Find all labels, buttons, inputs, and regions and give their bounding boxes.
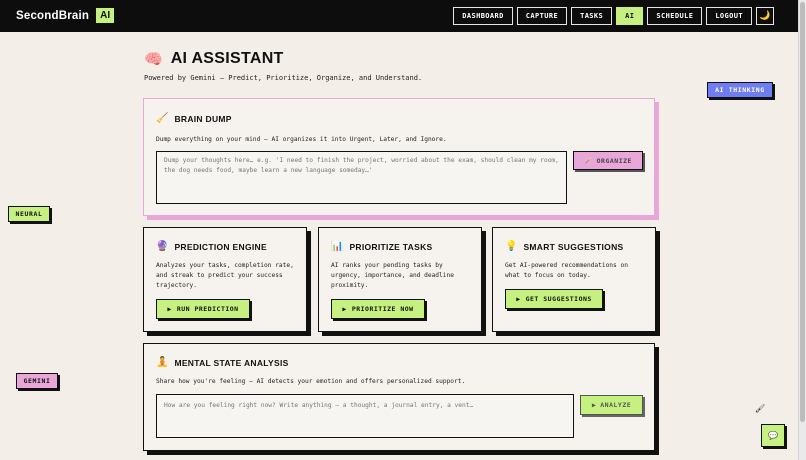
card-header: 🔮 PREDICTION ENGINE [156,241,294,252]
moon-icon[interactable]: 🌙 [756,7,774,25]
nav-schedule[interactable]: SCHEDULE [647,7,703,25]
card-title: PRIORITIZE TASKS [349,241,433,252]
card-title: SMART SUGGESTIONS [523,241,624,252]
card-title: BRAIN DUMP [174,113,232,124]
card-description: Dump everything on your mind — AI organi… [156,136,447,143]
page-header: 🧠 AI ASSISTANT Powered by Gemini — Predi… [144,50,422,82]
button-label: ANALYZE [600,401,632,409]
mental-state-input[interactable] [156,394,574,438]
scroll-thumb[interactable] [800,2,805,422]
card-description: Get AI-powered recommendations on what t… [505,262,628,279]
brand[interactable]: SecondBrain AI [16,7,116,24]
neural-tag: NEURAL [8,206,50,222]
card-description: AI ranks your pending tasks by urgency, … [331,262,454,289]
title-row: 🧠 AI ASSISTANT [144,50,422,68]
card-description: Analyzes your tasks, completion rate, an… [156,262,294,289]
meditation-icon: 🧘 [156,357,169,368]
prediction-engine-card: 🔮 PREDICTION ENGINE Analyzes your tasks,… [143,227,307,332]
brand-name: SecondBrain [16,9,90,22]
brain-icon: 🧠 [144,50,163,68]
smart-suggestions-card: 💡 SMART SUGGESTIONS Get AI-powered recom… [492,227,656,332]
main-nav: DASHBOARD CAPTURE TASKS AI SCHEDULE LOGO… [453,7,774,25]
broom-icon: 🧹 [156,113,169,124]
nav-ai[interactable]: AI [616,7,644,25]
run-prediction-button[interactable]: ▶ RUN PREDICTION [156,299,250,319]
crystal-ball-icon: 🔮 [156,241,169,252]
mental-state-card: 🧘 MENTAL STATE ANALYSIS Share how you're… [143,343,655,451]
button-label: GET SUGGESTIONS [525,295,592,303]
nav-tasks[interactable]: TASKS [571,7,613,25]
organize-label: ORGANIZE [596,156,632,165]
page-scrollbar[interactable] [798,0,806,460]
top-nav-bar: SecondBrain AI DASHBOARD CAPTURE TASKS A… [0,0,798,32]
card-description: Share how you're feeling — AI detects yo… [156,378,466,385]
organize-button[interactable]: 🪄 ORGANIZE [573,151,643,170]
nav-capture[interactable]: CAPTURE [516,7,568,25]
page-subtitle: Powered by Gemini — Predict, Prioritize,… [144,74,423,82]
brain-dump-card: 🧹 BRAIN DUMP Dump everything on your min… [143,98,655,216]
prioritize-now-button[interactable]: ▶ PRIORITIZE NOW [331,299,425,319]
play-icon: ▶ [516,295,521,303]
prioritize-tasks-card: 📊 PRIORITIZE TASKS AI ranks your pending… [318,227,482,332]
card-header: 📊 PRIORITIZE TASKS [331,241,469,252]
nav-dashboard[interactable]: DASHBOARD [453,7,513,25]
get-suggestions-button[interactable]: ▶ GET SUGGESTIONS [505,289,603,309]
button-label: RUN PREDICTION [176,305,239,313]
gemini-tag: GEMINI [16,373,58,389]
button-label: PRIORITIZE NOW [351,305,414,313]
lightbulb-icon: 💡 [505,241,518,252]
card-title: MENTAL STATE ANALYSIS [174,357,289,368]
analyze-button[interactable]: ▶ ANALYZE [580,395,643,415]
paintbrush-icon: 🖌 [755,404,766,413]
brand-badge: AI [95,7,116,24]
card-header: 🧹 BRAIN DUMP [156,113,642,124]
bar-chart-icon: 📊 [331,241,344,252]
card-title: PREDICTION ENGINE [174,241,267,252]
play-icon: ▶ [167,305,172,313]
page-title: AI ASSISTANT [170,50,284,67]
brain-dump-input[interactable] [156,151,567,204]
card-header: 💡 SMART SUGGESTIONS [505,241,643,252]
wand-icon: 🪄 [584,156,593,165]
play-icon: ▶ [342,305,347,313]
card-header: 🧘 MENTAL STATE ANALYSIS [156,357,642,368]
chat-icon[interactable]: 💬 [761,424,785,447]
nav-logout[interactable]: LOGOUT [706,7,752,25]
ai-thinking-tag: AI THINKING [707,82,773,98]
play-icon: ▶ [591,401,597,409]
